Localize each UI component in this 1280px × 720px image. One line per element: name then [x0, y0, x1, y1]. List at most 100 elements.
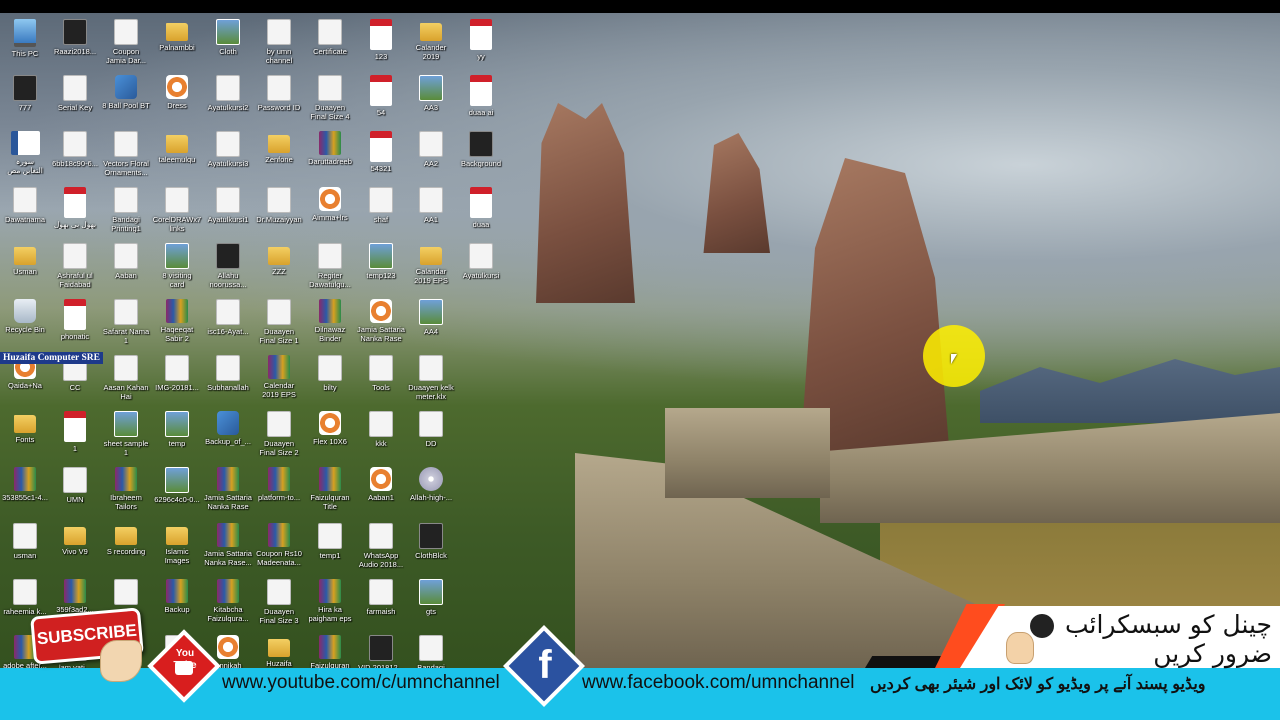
desktop-icon[interactable]: Vectors Floral Ornaments... [98, 126, 154, 182]
desktop-icon[interactable]: Ayatulkursi2 [200, 70, 256, 126]
desktop-icon[interactable]: 6bb18c90-6... [47, 126, 103, 182]
desktop-icon[interactable]: Coupon Jamia Dar... [98, 14, 154, 70]
desktop-icon[interactable]: gts [403, 574, 459, 630]
desktop-icon[interactable]: farmaish [353, 574, 409, 630]
desktop-icon[interactable]: IMG-20181... [149, 350, 205, 406]
desktop-icon[interactable]: Ayatulkursi [453, 238, 509, 294]
desktop-icon[interactable]: Password ID [251, 70, 307, 126]
desktop-icon[interactable]: Faizulquran Title [302, 462, 358, 518]
desktop-icon[interactable]: taleemulqu [149, 126, 205, 182]
desktop-icon[interactable]: Calander 2019 [403, 14, 459, 70]
desktop-icon[interactable]: Jamia Sattaria Nanka Rase [353, 294, 409, 350]
desktop-icon[interactable]: Coupon Rs10 Madeenata... [251, 518, 307, 574]
desktop-icon[interactable]: Haqeeqat Sabir 2 [149, 294, 205, 350]
desktop-icon[interactable]: Duaayen Final Size 4 [302, 70, 358, 126]
desktop-icon[interactable]: Ayatulkursi3 [200, 126, 256, 182]
desktop-icon[interactable]: Safarat Nama 1 [98, 294, 154, 350]
desktop-icon[interactable]: Ashraful ul Faidabad [47, 238, 103, 294]
desktop-icon[interactable]: Jamia Sattaria Nanka Rase [200, 462, 256, 518]
desktop-icon[interactable]: Duaayen Final Size 2 [251, 406, 307, 462]
desktop-icon[interactable]: WhatsApp Audio 2018... [353, 518, 409, 574]
desktop-icon[interactable]: phonatic [47, 294, 103, 350]
desktop-icon[interactable]: duaa [453, 182, 509, 238]
desktop-icon[interactable]: sheet sample 1 [98, 406, 154, 462]
desktop-icon[interactable]: AA1 [403, 182, 459, 238]
desktop-icon[interactable]: Aasan Kahan Hai [98, 350, 154, 406]
desktop-icon[interactable]: ZZZ [251, 238, 307, 294]
desktop-icon[interactable]: Background [453, 126, 509, 182]
desktop-icon[interactable]: temp123 [353, 238, 409, 294]
desktop-icon[interactable]: Calendar 2019 EPS [251, 350, 307, 406]
desktop-icon[interactable]: 54 [353, 70, 409, 126]
desktop-icon[interactable]: Cloth [200, 14, 256, 70]
desktop-icon[interactable]: Aaban1 [353, 462, 409, 518]
desktop-icon[interactable]: Serial Key [47, 70, 103, 126]
desktop-icon[interactable]: Aimma+lrs [302, 182, 358, 238]
desktop-icon[interactable]: duaa ai [453, 70, 509, 126]
desktop-icon[interactable]: Allah-high-... [403, 462, 459, 518]
desktop-icon[interactable]: Recycle Bin [0, 294, 53, 350]
desktop-icon[interactable]: temp1 [302, 518, 358, 574]
desktop-icon[interactable]: Dawatnama [0, 182, 53, 238]
desktop-icon[interactable]: isc16-Ayat... [200, 294, 256, 350]
desktop-icon[interactable]: Backup_of_... [200, 406, 256, 462]
desktop-icon[interactable]: yy [453, 14, 509, 70]
desktop-icon[interactable]: Bandagi Printing1 [98, 182, 154, 238]
desktop-icon[interactable]: Fonts [0, 406, 53, 462]
desktop-icon[interactable]: Usman [0, 238, 53, 294]
desktop-icon[interactable]: 353855c1-4... [0, 462, 53, 518]
youtube-url[interactable]: www.youtube.com/c/umnchannel [222, 672, 500, 694]
desktop-icon[interactable]: Ibraheem Tailors [98, 462, 154, 518]
desktop-icon[interactable]: Dr.Muzaiyyan [251, 182, 307, 238]
desktop-icon[interactable]: AA3 [403, 70, 459, 126]
desktop-icon[interactable]: usman [0, 518, 53, 574]
desktop-icon[interactable]: Duaayen Final Size 3 [251, 574, 307, 630]
desktop-icon[interactable]: Flex 10X6 [302, 406, 358, 462]
desktop-icon[interactable]: platform-to... [251, 462, 307, 518]
desktop-icon[interactable]: 8 Ball Pool BT [98, 70, 154, 126]
desktop-icon[interactable]: بھول بی بھول [47, 182, 103, 238]
desktop-icon[interactable]: CorelDRAWx7 links [149, 182, 205, 238]
desktop-icon[interactable]: Dilnawaz Binder [302, 294, 358, 350]
desktop-icon[interactable]: kkk [353, 406, 409, 462]
desktop-icon[interactable]: Calandar 2019 EPS [403, 238, 459, 294]
desktop-icon[interactable]: Hira ka paigham eps [302, 574, 358, 630]
desktop-icon[interactable]: سورہ التغابن مص [0, 126, 53, 182]
desktop-icon[interactable]: temp [149, 406, 205, 462]
desktop-icon[interactable]: 8 visiting card [149, 238, 205, 294]
desktop-icon[interactable]: 54321 [353, 126, 409, 182]
desktop-icon[interactable]: Certificate [302, 14, 358, 70]
desktop-icon[interactable]: 1 [47, 406, 103, 462]
desktop-icon[interactable]: by umn channel [251, 14, 307, 70]
desktop-icon[interactable]: Jamia Sattaria Nanka Rase... [200, 518, 256, 574]
desktop-icon[interactable]: Islamic Images [149, 518, 205, 574]
desktop-icon[interactable]: Daruttadreeb [302, 126, 358, 182]
desktop-icon[interactable]: Dress [149, 70, 205, 126]
desktop-icon[interactable]: DD [403, 406, 459, 462]
desktop-icon[interactable]: shaf [353, 182, 409, 238]
desktop-icon[interactable]: Palnambbi [149, 14, 205, 70]
desktop-icon[interactable]: Vivo V9 [47, 518, 103, 574]
desktop-icon[interactable]: Allahu noorussa... [200, 238, 256, 294]
desktop-icon[interactable]: Duaayen kelk meter.klx [403, 350, 459, 406]
desktop-icon[interactable]: UMN [47, 462, 103, 518]
desktop-icon[interactable]: Kitabcha Faizulqura... [200, 574, 256, 630]
desktop-icon[interactable]: AA4 [403, 294, 459, 350]
desktop-icon[interactable]: ClothBlck [403, 518, 459, 574]
desktop-icon[interactable]: This PC [0, 14, 53, 70]
desktop-icon[interactable]: Backup [149, 574, 205, 630]
desktop-icon[interactable]: S recording [98, 518, 154, 574]
desktop-icon[interactable]: Zenfone [251, 126, 307, 182]
facebook-url[interactable]: www.facebook.com/umnchannel [582, 672, 854, 694]
desktop-icon[interactable]: AA2 [403, 126, 459, 182]
desktop-icon[interactable]: 6296c4c0-0... [149, 462, 205, 518]
desktop-icon[interactable]: Ayatulkursi1 [200, 182, 256, 238]
desktop-icon[interactable]: 123 [353, 14, 409, 70]
desktop-icon[interactable]: Regiter Dawatulgu... [302, 238, 358, 294]
desktop-icon[interactable]: Aaban [98, 238, 154, 294]
desktop-icon[interactable]: bilty [302, 350, 358, 406]
desktop-icon[interactable]: 777 [0, 70, 53, 126]
desktop-icon[interactable]: Raazi2018... [47, 14, 103, 70]
desktop-icon[interactable]: Tools [353, 350, 409, 406]
desktop-icon[interactable]: Duaayen Final Size 1 [251, 294, 307, 350]
